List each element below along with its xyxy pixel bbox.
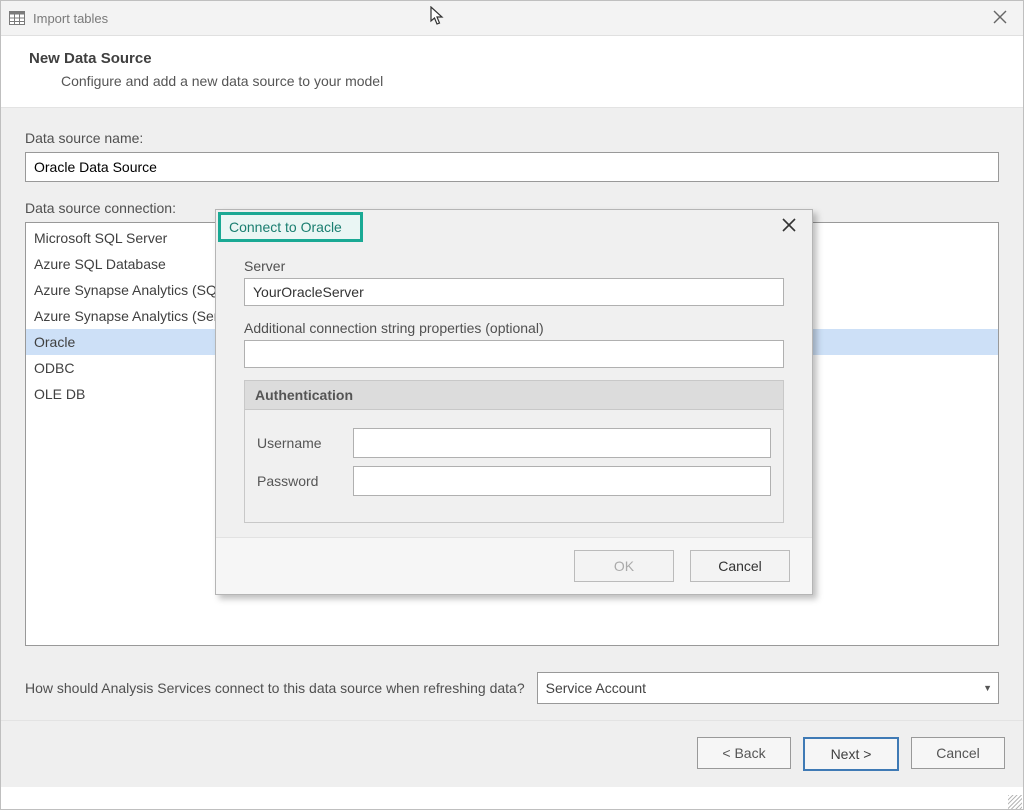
server-label: Server — [244, 258, 784, 274]
data-source-name-input[interactable] — [25, 152, 999, 182]
modal-title: Connect to Oracle — [218, 212, 363, 242]
window-title: Import tables — [33, 11, 108, 26]
resize-grip-icon[interactable] — [1008, 795, 1022, 809]
chevron-down-icon: ▼ — [983, 683, 992, 693]
auth-header: Authentication — [245, 381, 783, 410]
password-label: Password — [257, 473, 353, 489]
password-input[interactable] — [353, 466, 771, 496]
page-subheading: Configure and add a new data source to y… — [61, 73, 995, 89]
cancel-button[interactable]: Cancel — [911, 737, 1005, 769]
modal-footer: OK Cancel — [216, 537, 812, 594]
modal-title-bar: Connect to Oracle — [216, 210, 812, 242]
page-heading: New Data Source — [29, 50, 995, 67]
footer: < Back Next > Cancel — [1, 721, 1023, 787]
auth-group: Authentication Username Password — [244, 380, 784, 523]
import-tables-dialog: Import tables New Data Source Configure … — [0, 0, 1024, 810]
addl-conn-label: Additional connection string properties … — [244, 320, 784, 336]
modal-cancel-button[interactable]: Cancel — [690, 550, 790, 582]
server-input[interactable] — [244, 278, 784, 306]
title-bar: Import tables — [1, 1, 1023, 36]
table-icon — [9, 11, 25, 25]
refresh-value: Service Account — [546, 680, 646, 696]
refresh-row: How should Analysis Services connect to … — [25, 672, 999, 704]
modal-body: Server Additional connection string prop… — [216, 242, 812, 537]
connect-oracle-dialog: Connect to Oracle Server Additional conn… — [215, 209, 813, 595]
auth-body: Username Password — [245, 410, 783, 522]
header: New Data Source Configure and add a new … — [1, 36, 1023, 108]
close-icon[interactable] — [985, 4, 1015, 33]
ok-button[interactable]: OK — [574, 550, 674, 582]
name-label: Data source name: — [25, 130, 999, 146]
back-button[interactable]: < Back — [697, 737, 791, 769]
addl-conn-input[interactable] — [244, 340, 784, 368]
refresh-label: How should Analysis Services connect to … — [25, 680, 525, 696]
username-input[interactable] — [353, 428, 771, 458]
refresh-combo[interactable]: Service Account ▼ — [537, 672, 999, 704]
username-label: Username — [257, 435, 353, 451]
next-button[interactable]: Next > — [803, 737, 899, 771]
modal-close-icon[interactable] — [770, 212, 808, 241]
